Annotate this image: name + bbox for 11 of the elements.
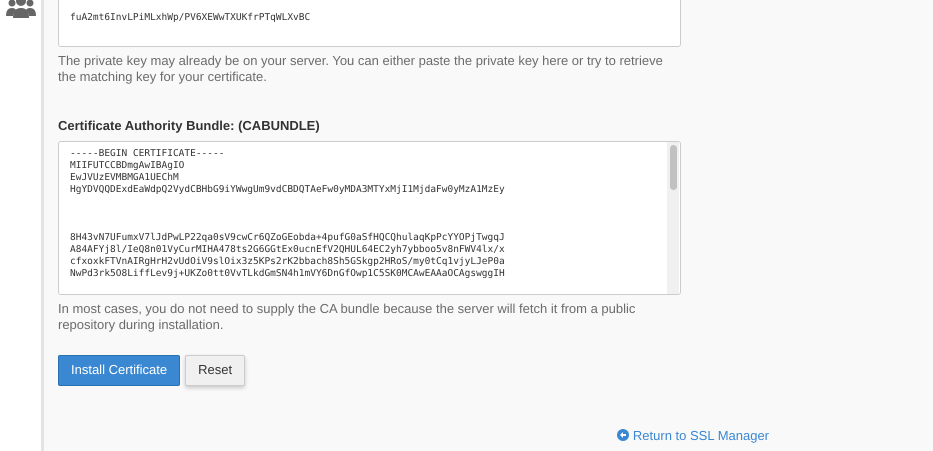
back-arrow-icon xyxy=(616,429,629,442)
return-link[interactable]: Return to SSL Manager xyxy=(616,426,769,445)
users-icon[interactable] xyxy=(6,0,36,18)
install-button[interactable]: Install Certificate xyxy=(58,354,180,386)
reset-button[interactable]: Reset xyxy=(185,354,246,386)
help-text: In most cases, you do not need to supply the CA bundle because the server will fetch it from a public repository during installation. xyxy=(58,300,636,332)
cabundle-field[interactable]: -----BEGIN CERTIFICATE----- MIIFUTCCBDmgAwIBAgIO EwJVUzEVMBMGA1UEChM HgYDVQQDExdEaWdpQ2VydCBHbG9iYWwgUm9vdCBDQTAeFw0yMDA3MTYxMjI1MjdaFw0yMzA1MzEy 8H43vN7UFumxV7lJdPwLP22qa0sV9cwCr6QZoGEobda+4pufG0aSfHQCQhulaqKpPcYYOPjTwgqJ A84AFYj8l/IeQ8n01VyCurMIHA478ts2G6GGtEx0ucnEfV2QHUL64EC2yh7ybboo5v8nFWV4lx/x cfxoxkFTVnAIRgHrH2vUdOiV9slOix3z5KPs2rK2bbach8Sh5GSkgp2HRoS/my0tCq1vjyLJeP0a NwPd3rk5O8LiffLev9j+UKZo0tt0VvTLkdGmSN4h1mVY6DnGfOwp1C5SK0MCAwEAAaOCAgswggIH xyxy=(58,140,681,294)
private-key-field[interactable]: fuA2mt6InvLPiMLxhWp/PV6XEWwTXUKfrPTqWLXvBC xyxy=(58,0,681,47)
field-label: Certificate Authority Bundle: (CABUNDLE) xyxy=(58,117,321,135)
scrollbar[interactable] xyxy=(667,142,679,294)
help-text: The private key may already be on your server. You can either paste the private key here or try to retrieve the matching key for your certificate. xyxy=(58,53,664,85)
